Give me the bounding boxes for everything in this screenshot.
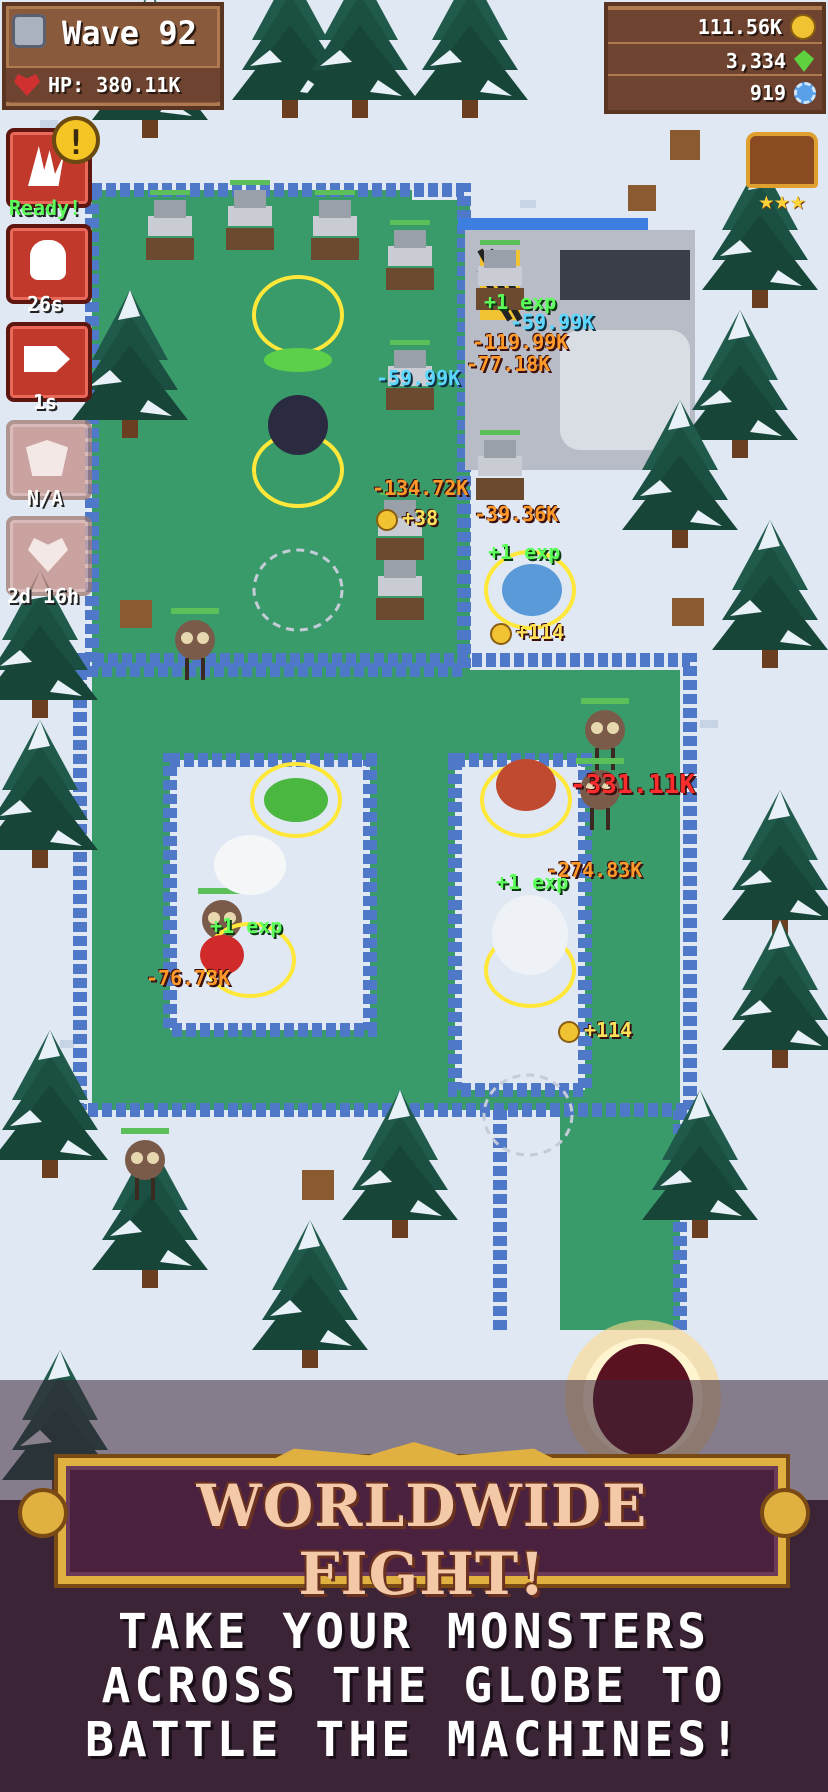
skill-ready-status: Ready! <box>8 196 82 220</box>
alert-badge: ! <box>52 116 100 164</box>
coin-count: 111.56K <box>697 15 782 39</box>
heart-icon <box>28 538 68 572</box>
coin-icon <box>490 622 512 645</box>
coin-icon <box>376 508 398 531</box>
tagline: TAKE YOUR MONSTERS ACROSS THE GLOBE TO B… <box>0 1605 828 1767</box>
hp-label: HP: 380.11K <box>48 73 181 97</box>
chest-icon <box>746 132 818 188</box>
promo-banner: WORLDWIDE FIGHT! <box>18 1438 810 1608</box>
floating-text: -331.11K <box>570 770 696 800</box>
skull-icon <box>12 14 46 48</box>
skill-skull-status: 26s <box>26 292 64 316</box>
gear-icon <box>794 82 816 104</box>
treasure-chest-button[interactable]: ★★★ <box>742 128 822 218</box>
skill-bullet-status: 1s <box>32 390 58 414</box>
floating-text: +38 <box>376 506 438 531</box>
floating-text: +114 <box>490 620 564 645</box>
currency-panel: 111.56K 3,334 919 <box>604 2 826 114</box>
wave-label: Wave 92 <box>62 14 197 52</box>
heart-icon <box>14 74 40 96</box>
tagline-line-2: ACROSS THE GLOBE TO <box>101 1658 727 1714</box>
floating-text: -59.99K <box>376 366 461 390</box>
tagline-line-1: TAKE YOUR MONSTERS <box>117 1604 711 1660</box>
banner-title: WORLDWIDE FIGHT! <box>196 1472 648 1608</box>
floating-text: -39.36K <box>474 502 559 526</box>
coin-icon <box>558 1020 580 1043</box>
skill-mask-status: N/A <box>26 486 64 510</box>
floating-text: -134.72K <box>372 476 469 500</box>
floating-text: -77.18K <box>466 352 551 376</box>
coin-icon <box>790 14 816 40</box>
tagline-line-3: BATTLE THE MACHINES! <box>85 1712 743 1768</box>
floating-text: +114 <box>558 1018 632 1043</box>
bullet-icon <box>24 346 70 372</box>
floating-text: -119.99K <box>472 330 569 354</box>
floating-text: +1 exp <box>488 540 561 564</box>
floating-text: -76.73K <box>146 966 231 990</box>
skill-heart-status: 2d 16h <box>6 584 80 608</box>
mask-icon <box>26 440 68 476</box>
skull-icon <box>30 240 66 280</box>
green-gem-count: 3,334 <box>725 49 786 73</box>
gear-count: 919 <box>749 81 786 105</box>
banner-ornament-left-icon <box>18 1488 68 1538</box>
game-screen: { "hud": { "wave_label": "Wave 92", "hp_… <box>0 0 828 1792</box>
wave-panel: Wave 92 HP: 380.11K <box>2 2 224 110</box>
floating-text: +1 exp <box>210 914 283 938</box>
green-gem-icon <box>794 50 814 72</box>
battle-map <box>0 0 828 1500</box>
floating-text: +1 exp <box>496 870 569 894</box>
banner-crest-icon <box>264 1442 564 1464</box>
chest-stars: ★★★ <box>758 186 806 216</box>
